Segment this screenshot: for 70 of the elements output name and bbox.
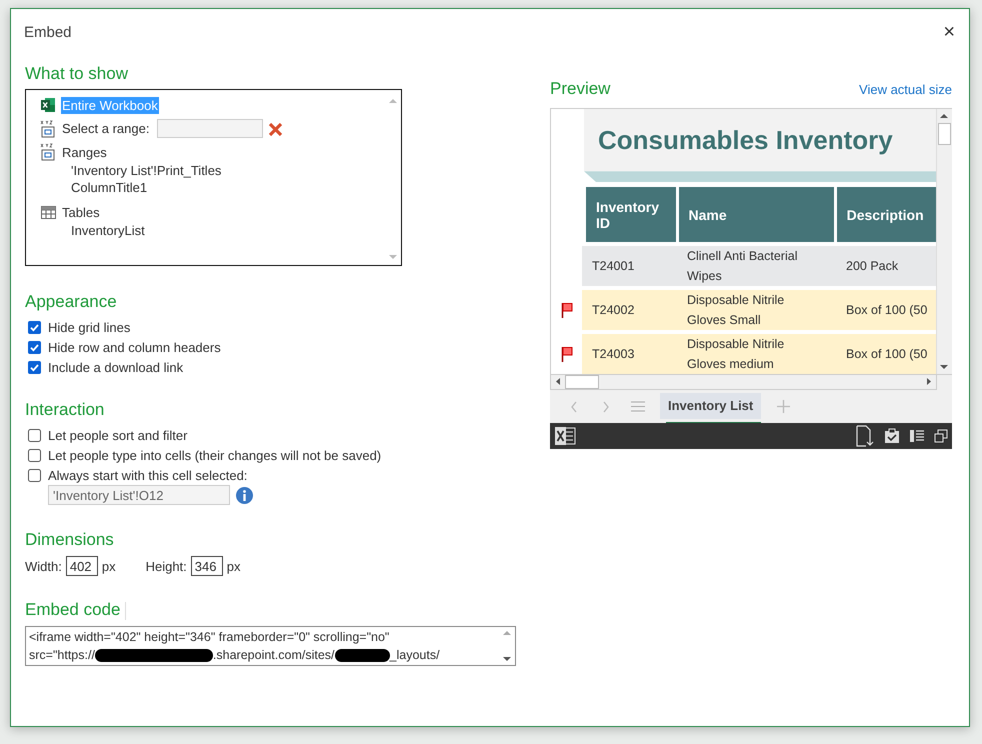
section-heading: Embed code: [25, 600, 120, 619]
clear-icon[interactable]: [268, 120, 284, 136]
code-text: .sharepoint.com/sites/: [212, 647, 335, 664]
reading-view-icon[interactable]: [909, 429, 925, 443]
range-icon: [40, 143, 56, 161]
field-label: Height:: [146, 558, 187, 574]
range-input-field[interactable]: [157, 119, 264, 138]
section-heading: Dimensions: [25, 529, 115, 551]
tree-item[interactable]: Select a range:: [61, 120, 150, 137]
tree-item[interactable]: ColumnTitle1: [70, 180, 148, 195]
sheet-title: Consumables Inventory: [598, 124, 893, 156]
spreadsheet-logo-icon: [554, 426, 576, 446]
table-cell-text: Box of 100 (50: [846, 346, 928, 363]
spreadsheet-file-icon: [40, 97, 56, 113]
embed-code-field[interactable]: <iframe width="402" height="346" frameborder="0" scrolling="no" src="https:// .sharepoint.com/sites/ _layouts/: [25, 626, 516, 666]
code-text: <iframe width="402" height="346" frameborder="0" scrolling="no": [29, 629, 390, 646]
clipboard-check-icon[interactable]: [884, 428, 900, 444]
height-field[interactable]: 346: [190, 556, 223, 576]
code-text: _layouts/: [390, 647, 440, 664]
checkbox[interactable]: [28, 340, 41, 354]
column-header: Name: [678, 187, 834, 242]
download-document-icon[interactable]: [855, 425, 875, 447]
full-screen-icon[interactable]: [934, 429, 948, 443]
close-button[interactable]: ×: [943, 22, 955, 42]
width-field[interactable]: 402: [66, 556, 98, 576]
section-heading: What to show: [25, 63, 129, 85]
code-text: src="https://: [29, 647, 95, 664]
table-cell-text: T24003: [592, 346, 634, 363]
unit-label: px: [102, 558, 116, 574]
scroll-thumb[interactable]: [938, 123, 951, 145]
section-heading: Preview: [550, 78, 610, 100]
checkbox[interactable]: [28, 320, 41, 334]
checkbox-label: Hide row and column headers: [48, 340, 221, 354]
unit-label: px: [226, 558, 241, 574]
tree-item[interactable]: 'Inventory List'!Print_Titles: [70, 163, 222, 178]
tree-item[interactable]: Ranges: [61, 144, 108, 160]
checkbox-label: Let people type into cells (their changes will not be saved): [48, 448, 382, 462]
field-label: Width:: [25, 558, 62, 574]
checkbox[interactable]: [28, 428, 41, 442]
table-cell-text: T24002: [592, 302, 634, 319]
table-cell-text: T24001: [592, 258, 634, 275]
column-header: Description: [836, 187, 936, 242]
view-actual-size-link[interactable]: View actual size: [859, 82, 952, 97]
section-heading: Appearance: [25, 291, 118, 313]
table-cell-text: Clinell Anti Bacterial Wipes: [687, 248, 798, 285]
range-icon: [40, 120, 56, 138]
checkbox[interactable]: [28, 448, 41, 462]
table-icon: [40, 206, 56, 218]
table-cell-text: Disposable Nitrile Gloves Small: [687, 292, 786, 329]
checkbox-label: Hide grid lines: [48, 320, 130, 334]
checkbox[interactable]: [28, 360, 41, 374]
vertical-scrollbar[interactable]: [936, 109, 952, 374]
scroll-down-icon[interactable]: [501, 655, 513, 663]
column-header: Inventory ID: [586, 187, 676, 242]
dialog-title: Embed: [24, 24, 72, 40]
info-icon[interactable]: [236, 486, 253, 504]
checkbox-label: Let people sort and filter: [48, 428, 188, 442]
section-heading: Interaction: [25, 399, 106, 421]
tree-item[interactable]: Tables: [61, 204, 101, 220]
scroll-thumb[interactable]: [565, 375, 599, 389]
redaction-mark: [334, 648, 390, 662]
checkbox[interactable]: [28, 468, 41, 482]
tree-item[interactable]: InventoryList: [70, 223, 146, 238]
horizontal-scrollbar[interactable]: [550, 375, 937, 390]
sheet-tab[interactable]: Inventory List: [660, 392, 762, 418]
table-cell-text: Box of 100 (50: [846, 302, 928, 319]
checkbox-label: Include a download link: [48, 360, 184, 374]
table-cell-text: Disposable Nitrile Gloves medium: [687, 336, 786, 373]
table-cell-text: 200 Pack: [846, 258, 898, 275]
checkbox-label: Always start with this cell selected:: [48, 468, 248, 482]
